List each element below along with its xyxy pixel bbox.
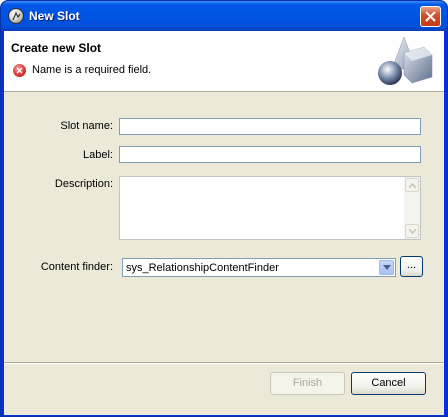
dialog-window: New Slot Create new Slot Name is a requi… (0, 0, 448, 417)
chevron-down-icon (383, 265, 391, 270)
chevron-up-icon (409, 183, 416, 188)
label-input[interactable] (119, 146, 421, 163)
wizard-banner-icon (378, 36, 433, 85)
content-finder-select[interactable]: sys_RelationshipContentFinder (122, 258, 396, 277)
app-icon (8, 8, 24, 24)
page-title: Create new Slot (11, 41, 102, 55)
title-bar[interactable]: New Slot (1, 1, 447, 31)
content-finder-browse-button[interactable]: ... (400, 256, 423, 277)
dialog-body: Create new Slot Name is a required field… (4, 31, 444, 415)
window-title: New Slot (29, 9, 80, 23)
label-label: Label: (83, 149, 113, 161)
chevron-down-icon (409, 229, 416, 234)
description-label: Description: (54, 178, 113, 190)
close-icon (425, 11, 436, 22)
wizard-header: Create new Slot Name is a required field… (4, 31, 444, 92)
finish-button[interactable]: Finish (270, 372, 345, 395)
close-button[interactable] (420, 6, 441, 27)
footer-separator (4, 362, 444, 364)
error-message: Name is a required field. (32, 64, 152, 76)
description-textarea[interactable] (119, 176, 421, 240)
slot-name-label: Slot name: (60, 120, 113, 132)
cancel-button[interactable]: Cancel (351, 372, 426, 395)
scroll-down-button[interactable] (405, 224, 419, 238)
content-finder-dropdown-button[interactable] (379, 260, 394, 275)
slot-name-input[interactable] (119, 118, 421, 135)
content-finder-label: Content finder: (40, 261, 113, 273)
scroll-up-button[interactable] (405, 178, 419, 192)
description-scrollbar[interactable] (404, 177, 420, 239)
content-finder-value: sys_RelationshipContentFinder (126, 262, 279, 274)
frame-right (444, 31, 447, 416)
error-icon (13, 64, 26, 77)
